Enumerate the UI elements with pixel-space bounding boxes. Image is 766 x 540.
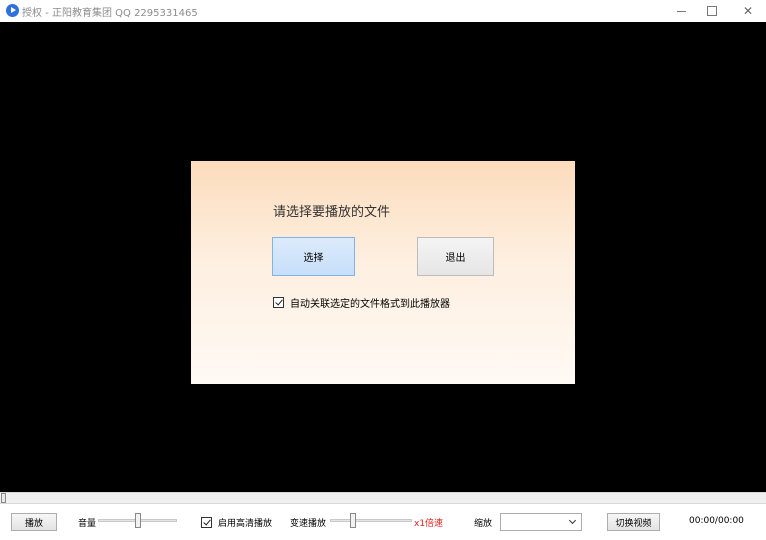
file-association-checkbox[interactable] xyxy=(273,297,284,308)
hd-playback-checkbox[interactable] xyxy=(201,517,212,528)
control-bar: 播放 音量 启用高清播放 变速播放 x1倍速 缩放 切换视频 00:00/00:… xyxy=(0,504,766,540)
maximize-icon xyxy=(707,6,717,16)
close-button[interactable]: ✕ xyxy=(731,0,765,22)
hd-playback-label: 启用高清播放 xyxy=(218,519,273,529)
play-button[interactable]: 播放 xyxy=(11,513,57,531)
volume-label: 音量 xyxy=(78,519,97,529)
speed-slider-thumb[interactable] xyxy=(350,513,356,528)
select-file-button[interactable]: 选择 xyxy=(272,237,355,276)
speed-slider[interactable] xyxy=(330,513,412,528)
switch-video-button[interactable]: 切换视频 xyxy=(607,513,660,531)
exit-label: 退出 xyxy=(445,253,466,264)
minimize-button[interactable] xyxy=(664,0,698,22)
maximize-button[interactable] xyxy=(695,0,729,22)
exit-button[interactable]: 退出 xyxy=(417,237,494,276)
hd-playback-option[interactable]: 启用高清播放 xyxy=(201,516,272,529)
dialog-prompt: 请选择要播放的文件 xyxy=(273,205,391,220)
title-bar: 授权 - 正阳教育集团 QQ 2295331465 ✕ xyxy=(0,0,766,22)
select-file-label: 选择 xyxy=(303,253,324,264)
time-display: 00:00/00:00 xyxy=(689,516,744,526)
volume-slider[interactable] xyxy=(98,513,177,528)
file-association-option[interactable]: 自动关联选定的文件格式到此播放器 xyxy=(273,295,450,310)
file-association-label: 自动关联选定的文件格式到此播放器 xyxy=(290,299,450,310)
speed-value: x1倍速 xyxy=(414,519,444,529)
open-file-dialog: 请选择要播放的文件 选择 退出 自动关联选定的文件格式到此播放器 xyxy=(191,161,575,384)
zoom-label: 缩放 xyxy=(474,519,493,529)
window-title: 授权 - 正阳教育集团 QQ 2295331465 xyxy=(22,8,198,19)
playback-progress-bar[interactable] xyxy=(0,492,766,504)
minimize-icon xyxy=(676,10,686,12)
switch-video-label: 切换视频 xyxy=(615,518,652,529)
close-icon: ✕ xyxy=(742,4,754,18)
speed-label: 变速播放 xyxy=(290,519,327,529)
volume-slider-thumb[interactable] xyxy=(135,513,141,528)
play-label: 播放 xyxy=(24,518,43,529)
play-logo-icon xyxy=(6,4,19,17)
chevron-down-icon xyxy=(568,516,577,525)
progress-thumb[interactable] xyxy=(1,493,6,503)
zoom-select[interactable] xyxy=(500,513,582,531)
